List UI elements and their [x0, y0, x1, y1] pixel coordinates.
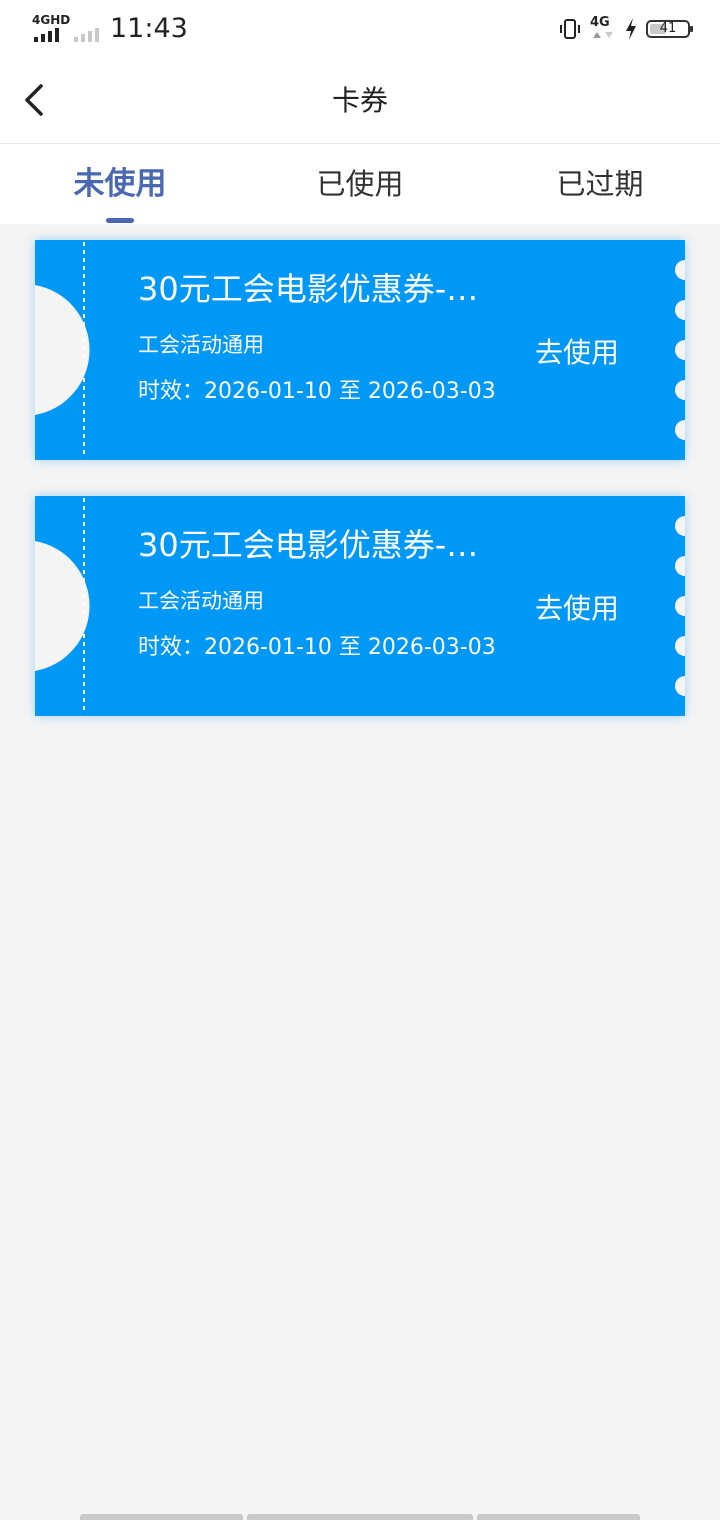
battery-icon: 41 [646, 20, 693, 38]
gesture-bar-left [80, 1514, 243, 1520]
gesture-bar-right [477, 1514, 640, 1520]
tab-expired[interactable]: 已过期 [480, 164, 720, 204]
active-tab-indicator [106, 218, 134, 223]
mobile-data-icon: 4G [590, 16, 616, 42]
coupon-scope: 工会活动通用 [138, 333, 264, 357]
vibrate-icon [560, 19, 580, 39]
charging-icon [626, 18, 636, 40]
use-coupon-button[interactable]: 去使用 [535, 334, 619, 372]
tab-used[interactable]: 已使用 [240, 164, 480, 204]
page-title: 卡券 [331, 84, 388, 117]
use-coupon-button[interactable]: 去使用 [535, 590, 619, 628]
coupon-card[interactable]: 30元工会电影优惠券-… 工会活动通用 时效：2026-01-10 至 2026… [35, 496, 685, 716]
gesture-bar-center[interactable] [247, 1514, 473, 1520]
coupon-title: 30元工会电影优惠券-… [138, 270, 479, 308]
coupon-validity: 时效：2026-01-10 至 2026-03-03 [138, 379, 496, 404]
coupon-tabs: 未使用 已使用 已过期 [0, 144, 720, 224]
mobile-data-label: 4G [590, 15, 610, 30]
signal-strength-icon [34, 28, 59, 42]
coupon-card[interactable]: 30元工会电影优惠券-… 工会活动通用 时效：2026-01-10 至 2026… [35, 240, 685, 460]
second-signal-icon [74, 28, 99, 42]
coupon-page: 4GHD 11:43 4G 41 卡券 未使用 已使用 已过期 30元工会电影优… [0, 0, 720, 1520]
status-time: 11:43 [110, 13, 188, 44]
data-arrows-icon [593, 32, 613, 38]
coupon-validity: 时效：2026-01-10 至 2026-03-03 [138, 635, 496, 660]
battery-level: 41 [659, 21, 677, 36]
status-bar: 4GHD 11:43 4G 41 [0, 0, 720, 58]
coupon-title: 30元工会电影优惠券-… [138, 526, 479, 564]
navigation-bar: 卡券 [0, 58, 720, 144]
status-right: 4G 41 [558, 14, 693, 44]
network-type-label: 4GHD [32, 13, 71, 27]
tab-unused[interactable]: 未使用 [0, 164, 240, 204]
coupon-scope: 工会活动通用 [138, 589, 264, 613]
